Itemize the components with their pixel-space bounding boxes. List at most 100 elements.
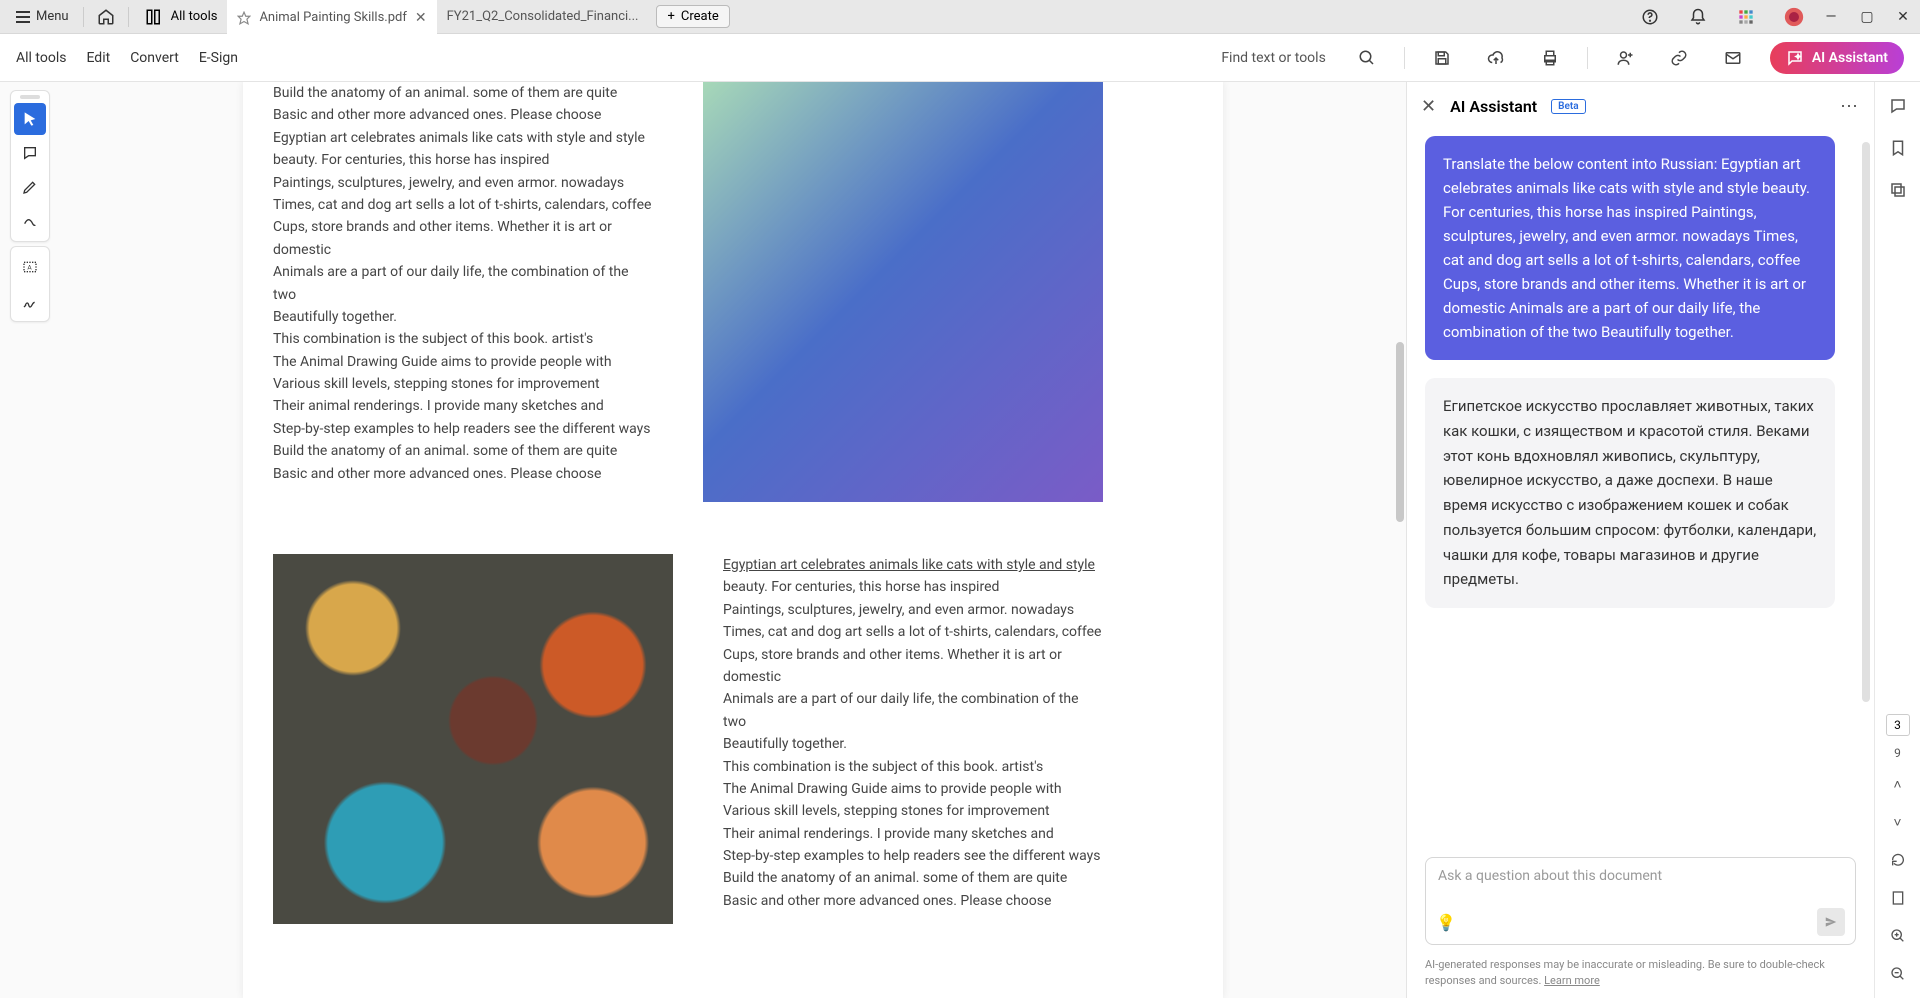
- ai-input-placeholder: Ask a question about this document: [1438, 868, 1843, 884]
- doc-line: Basic and other more advanced ones. Plea…: [273, 104, 653, 126]
- close-panel-icon[interactable]: ✕: [1421, 96, 1436, 117]
- document-page: Build the anatomy of an animal. some of …: [243, 82, 1223, 998]
- page-down-icon[interactable]: ˅: [1884, 808, 1912, 836]
- home-button[interactable]: [90, 1, 122, 33]
- notifications-icon[interactable]: [1682, 1, 1714, 33]
- hamburger-icon: [16, 11, 30, 23]
- tab-active[interactable]: Animal Painting Skills.pdf ✕: [227, 0, 436, 34]
- toolbar-esign[interactable]: E-Sign: [199, 50, 238, 66]
- toolbar-convert[interactable]: Convert: [130, 50, 179, 66]
- ai-conversation-body[interactable]: Translate the below content into Russian…: [1407, 130, 1874, 847]
- doc-line: Step-by-step examples to help readers se…: [723, 845, 1103, 867]
- doc-line: Egyptian art celebrates animals like cat…: [273, 127, 653, 149]
- text-block-1: Build the anatomy of an animal. some of …: [273, 82, 653, 485]
- main-area: A Build the anatomy of an animal. some o…: [0, 82, 1920, 998]
- doc-line: The Animal Drawing Guide aims to provide…: [273, 351, 653, 373]
- highlight-tool[interactable]: [14, 171, 46, 203]
- ai-panel-header: ✕ AI Assistant Beta ⋯: [1407, 82, 1874, 130]
- window-maximize[interactable]: ▢: [1858, 8, 1876, 26]
- separator: [128, 7, 129, 27]
- assistant-message-bubble: Египетское искусство прославляет животны…: [1425, 378, 1835, 608]
- rotate-rail-icon[interactable]: [1884, 846, 1912, 874]
- help-icon[interactable]: [1634, 1, 1666, 33]
- doc-line: Animals are a part of our daily life, th…: [273, 261, 653, 306]
- comment-tool[interactable]: [14, 137, 46, 169]
- upload-cloud-icon[interactable]: [1479, 41, 1513, 75]
- paint-cans-image: [273, 554, 673, 924]
- ai-input-area: Ask a question about this document 💡: [1407, 847, 1874, 951]
- tab-inactive[interactable]: FY21_Q2_Consolidated_Financi...: [437, 0, 649, 34]
- right-rail: 3 9 ˄ ˅: [1874, 82, 1920, 998]
- doc-line: This combination is the subject of this …: [723, 756, 1103, 778]
- doc-line: Paintings, sculptures, jewelry, and even…: [723, 599, 1103, 621]
- link-icon[interactable]: [1662, 41, 1696, 75]
- doc-line: Their animal renderings. I provide many …: [723, 823, 1103, 845]
- ai-panel-menu-icon[interactable]: ⋯: [1840, 96, 1860, 117]
- doc-line: beauty. For centuries, this horse has in…: [273, 149, 653, 171]
- toolbar-edit[interactable]: Edit: [86, 50, 110, 66]
- email-icon[interactable]: [1716, 41, 1750, 75]
- doc-line: Build the anatomy of an animal. some of …: [273, 82, 653, 104]
- chat-rail-icon[interactable]: [1884, 92, 1912, 120]
- ai-panel-scrollbar[interactable]: [1862, 142, 1870, 702]
- doc-line: Times, cat and dog art sells a lot of t-…: [723, 621, 1103, 643]
- sign-tool[interactable]: [14, 285, 46, 317]
- doc-line: beauty. For centuries, this horse has in…: [723, 576, 1103, 598]
- text-box-tool[interactable]: A: [14, 251, 46, 283]
- draw-tool[interactable]: [14, 205, 46, 237]
- toolbar-alltools[interactable]: All tools: [16, 50, 66, 66]
- ai-disclaimer: AI-generated responses may be inaccurate…: [1407, 951, 1874, 998]
- ai-question-input[interactable]: Ask a question about this document 💡: [1425, 857, 1856, 945]
- bookmark-rail-icon[interactable]: [1884, 134, 1912, 162]
- menu-button[interactable]: Menu: [8, 5, 77, 28]
- palette-drag-handle[interactable]: [20, 95, 40, 99]
- beta-badge: Beta: [1551, 99, 1585, 114]
- page-total: 9: [1894, 746, 1901, 760]
- profile-avatar[interactable]: [1778, 1, 1810, 33]
- alltools-titlebar-button[interactable]: All tools: [135, 8, 228, 26]
- close-tab-icon[interactable]: ✕: [415, 10, 427, 26]
- save-icon[interactable]: [1425, 41, 1459, 75]
- alltools-label: All tools: [171, 9, 218, 24]
- toolbar: All tools Edit Convert E-Sign Find text …: [0, 34, 1920, 82]
- doc-line: Beautifully together.: [723, 733, 1103, 755]
- suggestions-icon[interactable]: 💡: [1436, 913, 1456, 932]
- chat-sparkle-icon: [1786, 49, 1804, 67]
- disclaimer-text: AI-generated responses may be inaccurate…: [1425, 958, 1825, 986]
- zoom-in-icon[interactable]: [1884, 922, 1912, 950]
- user-message-bubble: Translate the below content into Russian…: [1425, 136, 1835, 360]
- ai-assistant-button[interactable]: AI Assistant: [1770, 42, 1904, 74]
- share-user-icon[interactable]: [1608, 41, 1642, 75]
- print-icon[interactable]: [1533, 41, 1567, 75]
- palette-card-2: A: [10, 246, 50, 322]
- star-icon: [237, 11, 251, 25]
- create-button[interactable]: + Create: [656, 5, 729, 28]
- separator: [1404, 47, 1405, 69]
- doc-line: Basic and other more advanced ones. Plea…: [273, 463, 653, 485]
- zoom-out-icon[interactable]: [1884, 960, 1912, 988]
- learn-more-link[interactable]: Learn more: [1544, 974, 1600, 987]
- ai-assistant-panel: ✕ AI Assistant Beta ⋯ Translate the belo…: [1406, 82, 1874, 998]
- tools-icon: [145, 8, 163, 26]
- window-close[interactable]: ✕: [1894, 8, 1912, 26]
- doc-line: Various skill levels, stepping stones fo…: [273, 373, 653, 395]
- page-up-icon[interactable]: ˄: [1884, 770, 1912, 798]
- watercolor-image: [703, 82, 1103, 502]
- search-icon[interactable]: [1350, 41, 1384, 75]
- page-number-input[interactable]: 3: [1886, 714, 1910, 736]
- document-scrollbar-thumb[interactable]: [1396, 342, 1404, 522]
- doc-line: Various skill levels, stepping stones fo…: [723, 800, 1103, 822]
- apps-grid-icon[interactable]: [1730, 1, 1762, 33]
- window-minimize[interactable]: —: [1822, 8, 1840, 26]
- doc-line: Their animal renderings. I provide many …: [273, 395, 653, 417]
- doc-line: Step-by-step examples to help readers se…: [273, 418, 653, 440]
- document-viewport[interactable]: Build the anatomy of an animal. some of …: [60, 82, 1406, 998]
- text-block-2: Egyptian art celebrates animals like cat…: [723, 554, 1103, 912]
- left-tool-palette: A: [0, 82, 60, 998]
- page-rail-icon[interactable]: [1884, 884, 1912, 912]
- doc-line: Times, cat and dog art sells a lot of t-…: [273, 194, 653, 216]
- send-button[interactable]: [1817, 908, 1845, 936]
- palette-card: [10, 90, 50, 242]
- select-tool[interactable]: [14, 103, 46, 135]
- copy-rail-icon[interactable]: [1884, 176, 1912, 204]
